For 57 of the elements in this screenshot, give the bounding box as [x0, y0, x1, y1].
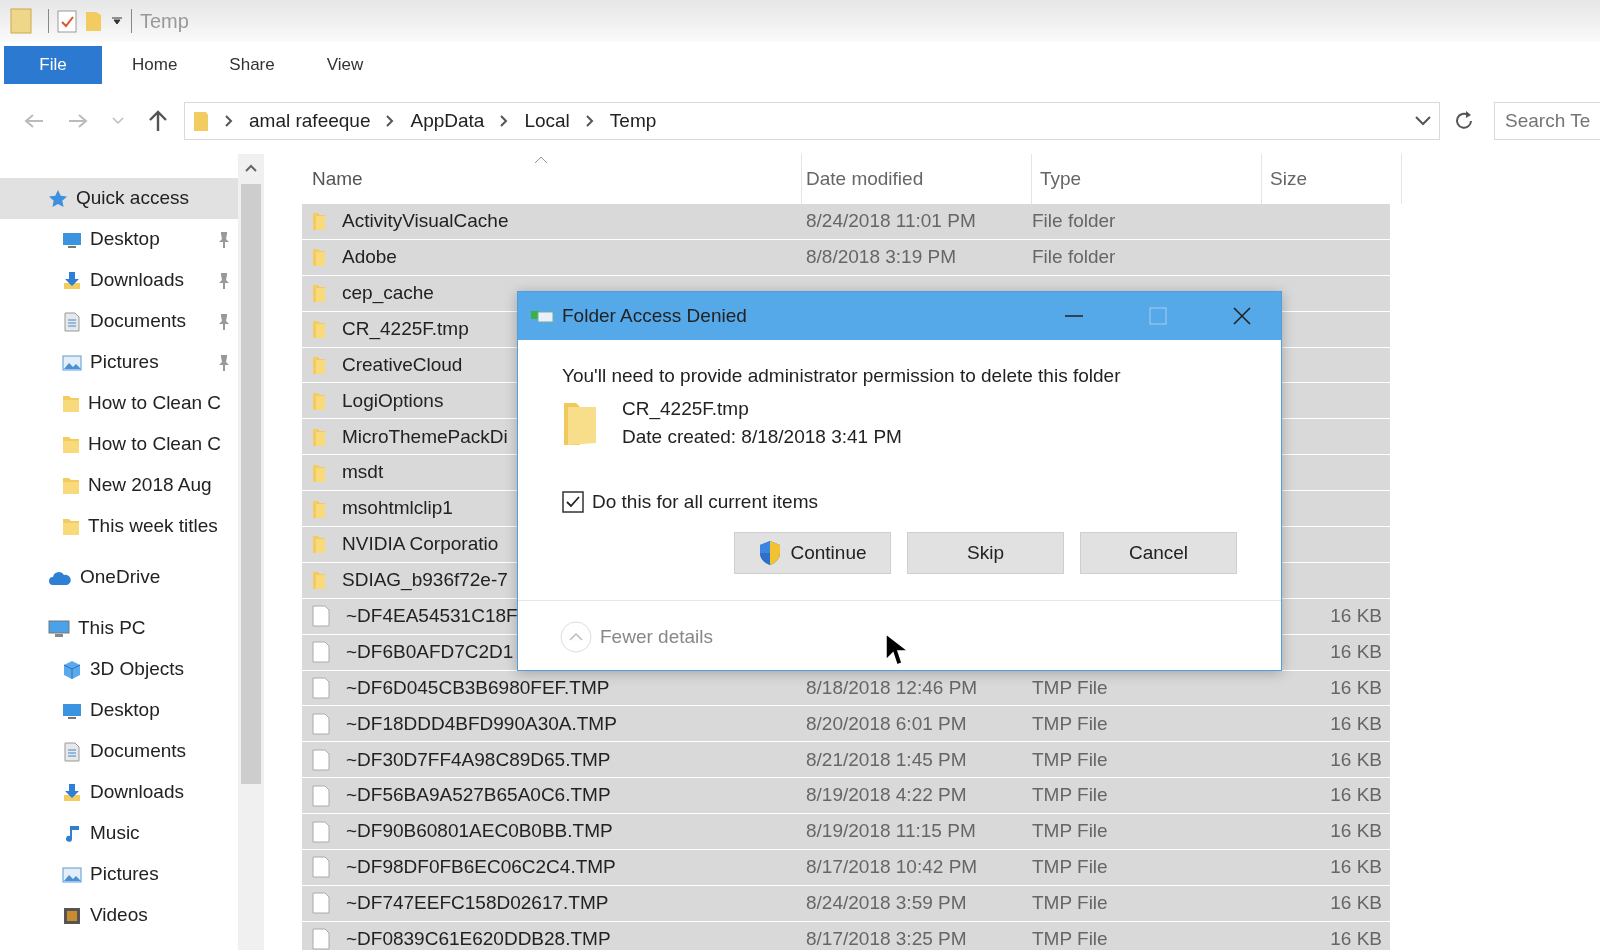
file-name: ~DF98DF0FB6EC06C2C4.TMP [346, 855, 616, 880]
file-type: TMP File [1032, 676, 1108, 698]
date-created: Date created: 8/18/2018 3:41 PM [622, 425, 902, 449]
file-type: TMP File [1032, 712, 1108, 734]
file-name: cep_cache [342, 280, 434, 306]
file-name: ~DF747EEFC158D02617.TMP [346, 891, 609, 916]
file-name: msohtmlclip1 [342, 496, 453, 521]
file-name: ActivityVisualCache [342, 209, 509, 234]
file-name: LogiOptions [342, 388, 444, 413]
file-type: TMP File [1032, 928, 1108, 949]
file-name: CR_4225F.tmp [622, 396, 750, 422]
file-name: CR_4225F.tmp [342, 316, 469, 342]
file-name: ~DF90B60801AEC0B0BB.TMP [346, 819, 613, 844]
file-type: TMP File [1032, 892, 1108, 914]
file-name: SDIAG_b936f72e-7 [342, 568, 508, 593]
file-size: 16 KB [1330, 712, 1382, 734]
file-name: CreativeCloud [342, 352, 463, 377]
file-size: 16 KB [1330, 640, 1382, 662]
file-name: ~DF0839C61E620DDB28.TMP [346, 927, 611, 950]
file-name: ~DF6B0AFD7C2D1 [346, 639, 514, 664]
file-size: 16 KB [1330, 892, 1382, 914]
date-modified: 8/21/2018 1:45 PM [806, 748, 967, 770]
file-size: 16 KB [1330, 820, 1382, 842]
file-name: Adobe [342, 245, 397, 270]
date-modified: 8/18/2018 12:46 PM [806, 676, 978, 698]
date-modified: 8/24/2018 11:01 PM [806, 210, 976, 232]
file-type: TMP File [1032, 856, 1108, 878]
file-name: ~DF4EA54531C18F [346, 604, 518, 628]
file-name: ~DF56BA9A527B65A0C6.TMP [346, 783, 611, 808]
dialog-message: You'll need to provide administrator permission to delete this folder [562, 364, 1122, 388]
date-modified: 8/24/2018 3:59 PM [806, 892, 967, 914]
file-name: msdt [342, 460, 384, 485]
date-modified: 8/19/2018 11:15 PM [806, 820, 976, 842]
date-modified: 8/20/2018 6:01 PM [806, 712, 967, 734]
file-name: NVIDIA Corporatio [342, 532, 499, 557]
file-name: ~DF6D045CB3B6980FEF.TMP [346, 675, 610, 700]
file-size: 16 KB [1330, 676, 1382, 698]
file-size: 16 KB [1330, 605, 1382, 626]
file-size: 16 KB [1330, 784, 1382, 806]
file-type: TMP File [1032, 784, 1108, 806]
date-modified: 8/17/2018 10:42 PM [806, 856, 978, 878]
file-type: File folder [1032, 246, 1116, 268]
file-type: TMP File [1032, 820, 1108, 842]
checkbox-label: Do this for all current items [592, 489, 818, 514]
dialog-title: Folder Access Denied [562, 303, 748, 328]
file-name: MicroThemePackDi [342, 424, 508, 449]
file-size: 16 KB [1330, 748, 1382, 770]
file-size: 16 KB [1330, 928, 1382, 949]
file-size: 16 KB [1330, 856, 1382, 878]
file-type: File folder [1032, 210, 1116, 232]
file-name: ~DF30D7FF4A98C89D65.TMP [346, 747, 611, 772]
file-name: ~DF18DDD4BFD990A30A.TMP [346, 711, 617, 736]
date-modified: 8/8/2018 3:19 PM [806, 246, 956, 268]
date-modified: 8/19/2018 4:22 PM [806, 784, 967, 806]
date-modified: 8/17/2018 3:25 PM [806, 928, 967, 949]
file-type: TMP File [1032, 748, 1108, 770]
window-title: Temp [140, 9, 189, 34]
